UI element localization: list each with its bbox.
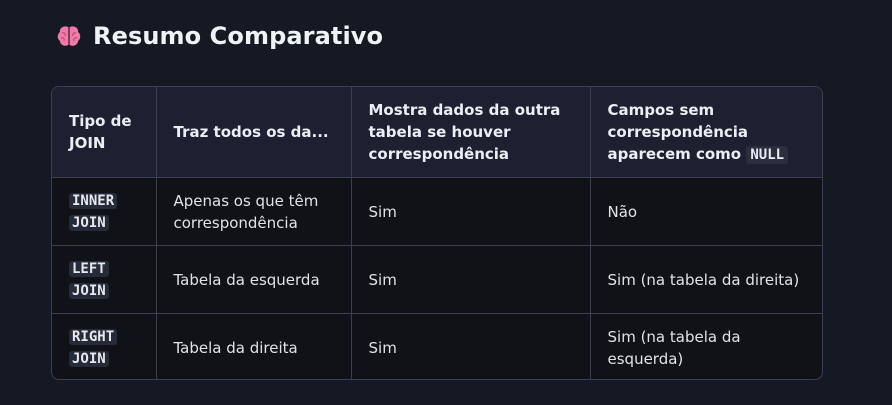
page-title: Resumo Comparativo bbox=[93, 22, 384, 50]
header-null-fields-text: Campos sem correspondência aparecem como bbox=[607, 100, 749, 163]
brings-cell: Apenas os que têm correspondência bbox=[156, 177, 352, 246]
join-type-cell: LEFT JOIN bbox=[52, 245, 157, 314]
header-brings-all: Traz todos os da... bbox=[156, 87, 352, 178]
null-fields-cell: Não bbox=[590, 177, 822, 246]
header-shows-data: Mostra dados da outra tabela se houver c… bbox=[351, 87, 591, 178]
header-null-fields: Campos sem correspondência aparecem como… bbox=[590, 87, 822, 178]
null-fields-cell: Sim (na tabela da esquerda) bbox=[607, 327, 741, 368]
brings-cell: Tabela da direita bbox=[156, 313, 352, 379]
page: Resumo Comparativo Tipo de JOIN Traz tod… bbox=[0, 0, 892, 405]
null-code: NULL bbox=[746, 145, 789, 164]
join-keyword: JOIN bbox=[69, 350, 109, 367]
join-type-cell: INNER JOIN bbox=[52, 177, 157, 246]
section-heading: Resumo Comparativo bbox=[55, 22, 383, 50]
brings-cell: Tabela da esquerda bbox=[156, 245, 352, 314]
brain-icon bbox=[55, 22, 83, 50]
join-keyword: INNER bbox=[69, 192, 118, 209]
shows-cell: Sim bbox=[351, 313, 591, 379]
join-keyword: JOIN bbox=[69, 282, 109, 299]
table-row: RIGHT JOIN Tabela da direita Sim Sim (na… bbox=[52, 313, 822, 379]
table-row: INNER JOIN Apenas os que têm correspondê… bbox=[52, 177, 822, 246]
join-type-cell: RIGHT JOIN bbox=[52, 313, 157, 379]
join-keyword: LEFT bbox=[69, 260, 109, 277]
join-keyword: RIGHT bbox=[69, 328, 118, 345]
header-join-type: Tipo de JOIN bbox=[52, 87, 157, 178]
table-header-row: Tipo de JOIN Traz todos os da... Mostra … bbox=[52, 87, 822, 178]
join-keyword: JOIN bbox=[69, 214, 109, 231]
comparison-table: Tipo de JOIN Traz todos os da... Mostra … bbox=[51, 86, 823, 380]
shows-cell: Sim bbox=[351, 245, 591, 314]
table-row: LEFT JOIN Tabela da esquerda Sim Sim (na… bbox=[52, 245, 822, 314]
null-fields-cell: Sim (na tabela da direita) bbox=[590, 245, 822, 314]
shows-cell: Sim bbox=[351, 177, 591, 246]
